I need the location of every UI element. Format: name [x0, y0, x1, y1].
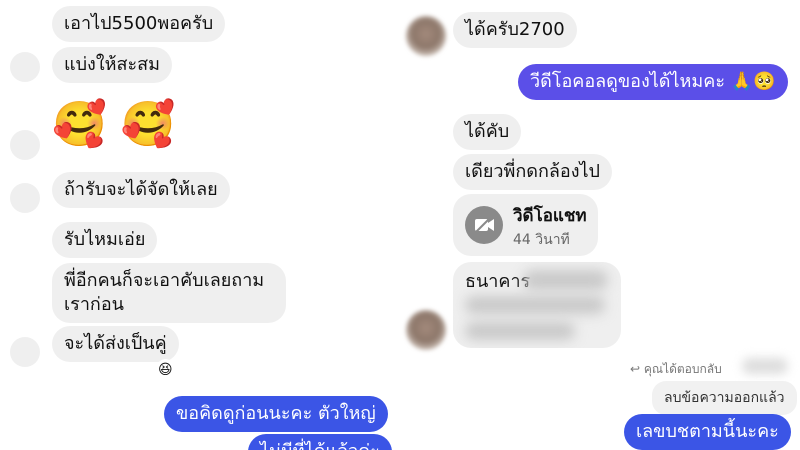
blurred-name [742, 358, 788, 374]
incoming-message[interactable]: เดียวพี่กดกล้องไป [453, 154, 612, 190]
outgoing-message[interactable]: วีดีโอคอลดูของได้ไหมคะ 🙏🥺 [518, 64, 788, 100]
message-text: วีดีโอคอลดูของได้ไหมคะ 🙏🥺 [530, 71, 776, 92]
bank-label: ธนาคาร [465, 271, 531, 292]
avatar[interactable] [10, 130, 40, 160]
right-chat-pane: ได้ครับ2700 วีดีโอคอลดูของได้ไหมคะ 🙏🥺 ได… [400, 0, 800, 450]
message-text: รับไหมเอ่ย [64, 229, 146, 250]
message-text: เลขบชตามนี้นะคะ [636, 421, 779, 442]
avatar[interactable] [406, 310, 446, 350]
outgoing-message[interactable]: เลขบชตามนี้นะคะ [624, 414, 791, 450]
incoming-message[interactable]: แบ่งให้สะสม [52, 47, 172, 83]
emoji-message[interactable]: 🥰 🥰 [52, 100, 176, 150]
reaction-emoji[interactable]: 😆 [156, 359, 175, 381]
incoming-message[interactable]: จะได้ส่งเป็นคู่ [52, 326, 179, 362]
reply-indicator: ↩ คุณได้ตอบกลับ [630, 362, 722, 376]
outgoing-message[interactable]: ขอคิดดูก่อนนะคะ ตัวใหญ่ [164, 396, 388, 432]
reply-quote[interactable]: ลบข้อความออกแล้ว [652, 381, 797, 415]
message-text: เอาไป5500พอครับ [64, 13, 214, 34]
incoming-message[interactable]: ได้ครับ2700 [453, 12, 577, 48]
emoji-text: 🥰 🥰 [52, 99, 176, 150]
video-chat-card[interactable]: วิดีโอแชท 44 วินาที [453, 194, 598, 256]
message-text-line: เราก่อน [64, 294, 124, 315]
outgoing-message[interactable]: ไม่มีที่ได้แล้วค่ะ [248, 434, 392, 450]
message-text: เดียวพี่กดกล้องไป [465, 161, 600, 182]
message-text: ไม่มีที่ได้แล้วค่ะ [260, 441, 380, 450]
video-chat-title: วิดีโอแชท [513, 206, 587, 226]
message-text: แบ่งให้สะสม [64, 54, 160, 75]
bank-info-message[interactable]: ธนาคาร [453, 262, 621, 348]
incoming-message[interactable]: ได้คับ [453, 114, 522, 150]
incoming-message[interactable]: ถ้ารับจะได้จัดให้เลย [52, 172, 230, 208]
avatar[interactable] [10, 183, 40, 213]
incoming-message[interactable]: รับไหมเอ่ย [52, 222, 158, 258]
message-text: ได้ครับ2700 [465, 19, 565, 40]
message-text-line: พี่อีกคนก็จะเอาคับเลยถาม [64, 270, 265, 291]
incoming-message[interactable]: เอาไป5500พอครับ [52, 6, 226, 42]
blurred-text [465, 296, 605, 314]
reply-quote-text: ลบข้อความออกแล้ว [664, 390, 785, 406]
message-text: ได้คับ [465, 121, 510, 142]
avatar[interactable] [10, 52, 40, 82]
incoming-message[interactable]: พี่อีกคนก็จะเอาคับเลยถาม เราก่อน [52, 263, 286, 323]
blurred-text [523, 270, 608, 290]
message-text: จะได้ส่งเป็นคู่ [64, 333, 167, 354]
message-text: ขอคิดดูก่อนนะคะ ตัวใหญ่ [176, 403, 376, 424]
video-camera-icon [465, 206, 503, 244]
avatar[interactable] [406, 16, 446, 56]
reaction-text: 😆 [158, 362, 173, 378]
blurred-text [465, 322, 575, 340]
video-chat-duration: 44 วินาที [513, 232, 570, 248]
outgoing-message-clipped[interactable]: ไม่มีที่ได้แล้วค่ะ [248, 434, 398, 450]
message-text: ถ้ารับจะได้จัดให้เลย [64, 179, 218, 200]
left-chat-pane: เอาไป5500พอครับ แบ่งให้สะสม 🥰 🥰 ถ้ารับจะ… [0, 0, 400, 450]
avatar[interactable] [10, 337, 40, 367]
